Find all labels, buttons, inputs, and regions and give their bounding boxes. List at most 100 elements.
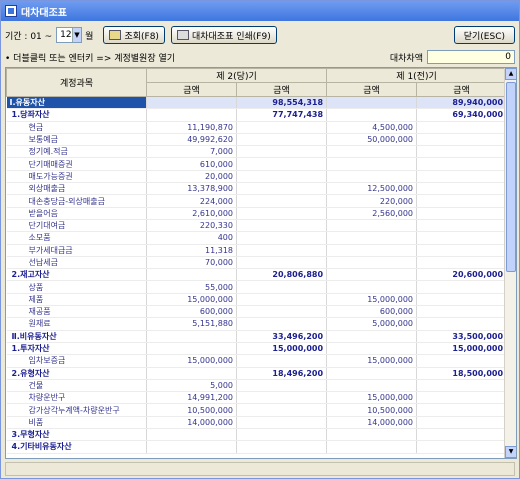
prior-subtotal-cell	[416, 145, 508, 159]
account-cell: 4.기타비유동자산	[6, 440, 147, 454]
month-select[interactable]: 12 ▼	[56, 27, 83, 43]
current-subtotal-cell	[236, 121, 328, 134]
table-row[interactable]: 단기매매증권 610,000	[6, 157, 508, 171]
balance-sheet-grid[interactable]: 계정과목 제 2(당)기 제 1(전)기 금액 금액 금액 금액 Ⅰ.유동자산 9…	[5, 67, 517, 459]
table-row[interactable]: 제품 15,000,000 15,000,000	[6, 293, 508, 307]
table-row[interactable]: 3.무형자산	[6, 428, 508, 442]
prior-subtotal-cell: 15,000,000	[416, 342, 508, 356]
printer-icon	[176, 30, 189, 40]
prior-subtotal-cell	[416, 403, 508, 417]
prior-amount-cell	[326, 157, 418, 171]
close-button[interactable]: 닫기(ESC)	[453, 26, 515, 44]
table-row[interactable]: 대손충당금-외상매출금 224,000 220,000	[6, 194, 508, 208]
header-prior-period: 제 1(전)기	[326, 68, 508, 83]
table-row[interactable]: 차량운반구 14,991,200 15,000,000	[6, 391, 508, 405]
current-amount-cell	[146, 108, 237, 122]
prior-subtotal-cell: 18,500,000	[416, 367, 508, 380]
prior-subtotal-cell: 69,340,000	[416, 108, 508, 122]
account-cell: Ⅰ.유동자산	[6, 96, 147, 110]
prior-subtotal-cell	[416, 379, 508, 393]
current-amount-cell: 14,991,200	[146, 391, 237, 405]
current-subtotal-cell	[236, 440, 328, 454]
current-amount-cell: 400	[146, 231, 237, 245]
scroll-down-icon[interactable]: ▼	[505, 446, 516, 458]
prior-amount-cell: 600,000	[326, 305, 418, 319]
current-subtotal-cell	[236, 244, 328, 257]
table-row[interactable]: 상품 55,000	[6, 280, 508, 294]
account-cell: 건물	[6, 379, 147, 393]
current-amount-cell: 55,000	[146, 280, 237, 294]
table-row[interactable]: 받을어음 2,610,000 2,560,000	[6, 207, 508, 220]
status-bar	[5, 462, 515, 476]
app-icon	[5, 5, 17, 17]
table-row[interactable]: 1.투자자산 15,000,000 15,000,000	[6, 342, 508, 356]
prior-amount-cell: 14,000,000	[326, 416, 418, 430]
prior-amount-cell: 12,500,000	[326, 182, 418, 196]
header-prior-amount-1: 금액	[326, 82, 418, 97]
current-subtotal-cell	[236, 231, 328, 245]
prior-amount-cell: 2,560,000	[326, 207, 418, 220]
prior-subtotal-cell	[416, 416, 508, 430]
month-value: 12	[60, 30, 72, 40]
prior-amount-cell: 4,500,000	[326, 121, 418, 134]
current-amount-cell: 13,378,900	[146, 182, 237, 196]
current-amount-cell: 10,500,000	[146, 403, 237, 417]
header-account[interactable]: 계정과목	[6, 68, 147, 97]
table-row[interactable]: 매도가능증권 20,000	[6, 170, 508, 184]
current-subtotal-cell	[236, 293, 328, 307]
search-button[interactable]: 조회(F8)	[103, 26, 165, 44]
scroll-thumb[interactable]	[506, 82, 516, 272]
table-row[interactable]: 부가세대급금 11,318	[6, 244, 508, 257]
title-bar[interactable]: 대차대조표	[1, 1, 519, 21]
prior-amount-cell	[326, 219, 418, 233]
table-row[interactable]: 감가상각누계액-차량운반구 10,500,000 10,500,000	[6, 403, 508, 417]
table-row[interactable]: 단기대여금 220,330	[6, 219, 508, 233]
prior-amount-cell	[326, 440, 418, 454]
current-subtotal-cell	[236, 305, 328, 319]
table-row[interactable]: 소모품 400	[6, 231, 508, 245]
account-cell: Ⅱ.비유동자산	[6, 330, 147, 343]
vertical-scrollbar[interactable]: ▲ ▼	[504, 68, 516, 458]
table-row[interactable]: 4.기타비유동자산	[6, 440, 508, 454]
current-subtotal-cell	[236, 170, 328, 184]
scroll-up-icon[interactable]: ▲	[505, 68, 516, 80]
table-row[interactable]: 건물 5,000	[6, 379, 508, 393]
prior-amount-cell	[326, 342, 418, 356]
current-subtotal-cell: 20,806,880	[236, 268, 328, 282]
account-cell: 소모품	[6, 231, 147, 245]
table-row[interactable]: 2.재고자산 20,806,880 20,600,000	[6, 268, 508, 282]
current-subtotal-cell	[236, 133, 328, 147]
account-cell: 원재료	[6, 317, 147, 331]
prior-subtotal-cell	[416, 244, 508, 257]
prior-amount-cell	[326, 330, 418, 343]
print-button[interactable]: 대차대조표 인쇄(F9)	[170, 26, 277, 44]
account-cell: 감가상각누계액-차량운반구	[6, 403, 147, 417]
table-row[interactable]: 선납세금 70,000	[6, 256, 508, 270]
prior-amount-cell	[326, 367, 418, 380]
table-row[interactable]: 재공품 600,000 600,000	[6, 305, 508, 319]
table-row[interactable]: Ⅰ.유동자산 98,554,318 89,940,000	[6, 96, 508, 110]
table-row[interactable]: 1.당좌자산 77,747,438 69,340,000	[6, 108, 508, 122]
toolbar: 기간 : 01 ~ 12 ▼ 월 조회(F8) 대차대조표 인쇄(F9) 닫기(…	[5, 25, 515, 45]
table-row[interactable]: 임차보증금 15,000,000 15,000,000	[6, 354, 508, 368]
chevron-down-icon[interactable]: ▼	[71, 28, 82, 42]
prior-amount-cell	[326, 231, 418, 245]
table-row[interactable]: 원재료 5,151,880 5,000,000	[6, 317, 508, 331]
prior-subtotal-cell	[416, 157, 508, 171]
account-cell: 대손충당금-외상매출금	[6, 194, 147, 208]
table-row[interactable]: 현금 11,190,870 4,500,000	[6, 121, 508, 134]
prior-amount-cell: 5,000,000	[326, 317, 418, 331]
table-row[interactable]: 정기예.적금 7,000	[6, 145, 508, 159]
current-amount-cell: 11,190,870	[146, 121, 237, 134]
table-row[interactable]: Ⅱ.비유동자산 33,496,200 33,500,000	[6, 330, 508, 343]
current-amount-cell: 600,000	[146, 305, 237, 319]
account-cell: 재공품	[6, 305, 147, 319]
prior-subtotal-cell	[416, 440, 508, 454]
prior-subtotal-cell: 89,940,000	[416, 96, 508, 110]
table-row[interactable]: 비품 14,000,000 14,000,000	[6, 416, 508, 430]
account-cell: 단기매매증권	[6, 157, 147, 171]
table-row[interactable]: 외상매출금 13,378,900 12,500,000	[6, 182, 508, 196]
table-row[interactable]: 2.유형자산 18,496,200 18,500,000	[6, 367, 508, 380]
prior-subtotal-cell: 20,600,000	[416, 268, 508, 282]
table-row[interactable]: 보통예금 49,992,620 50,000,000	[6, 133, 508, 147]
